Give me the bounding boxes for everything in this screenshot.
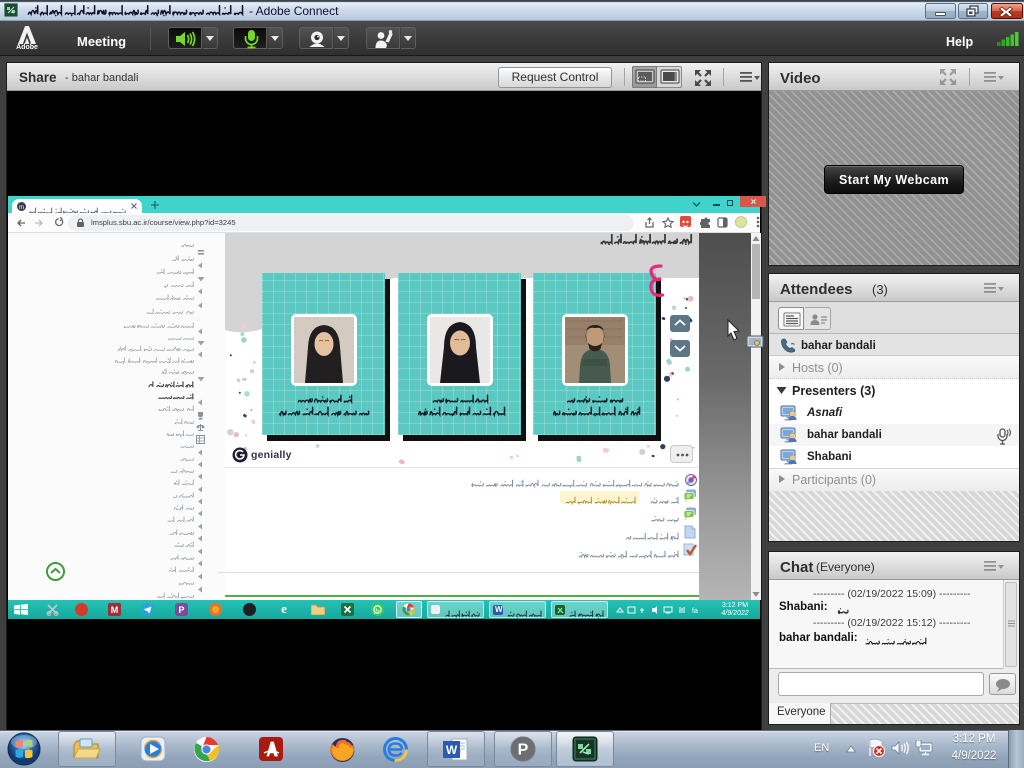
svg-text:m: m [19, 205, 24, 211]
svg-text:fa: fa [692, 608, 698, 615]
svg-text:M: M [111, 605, 119, 615]
svg-text:P: P [518, 742, 529, 759]
svg-text:e: e [281, 602, 287, 616]
svg-text:W: W [446, 743, 458, 757]
svg-text:P: P [178, 605, 184, 615]
